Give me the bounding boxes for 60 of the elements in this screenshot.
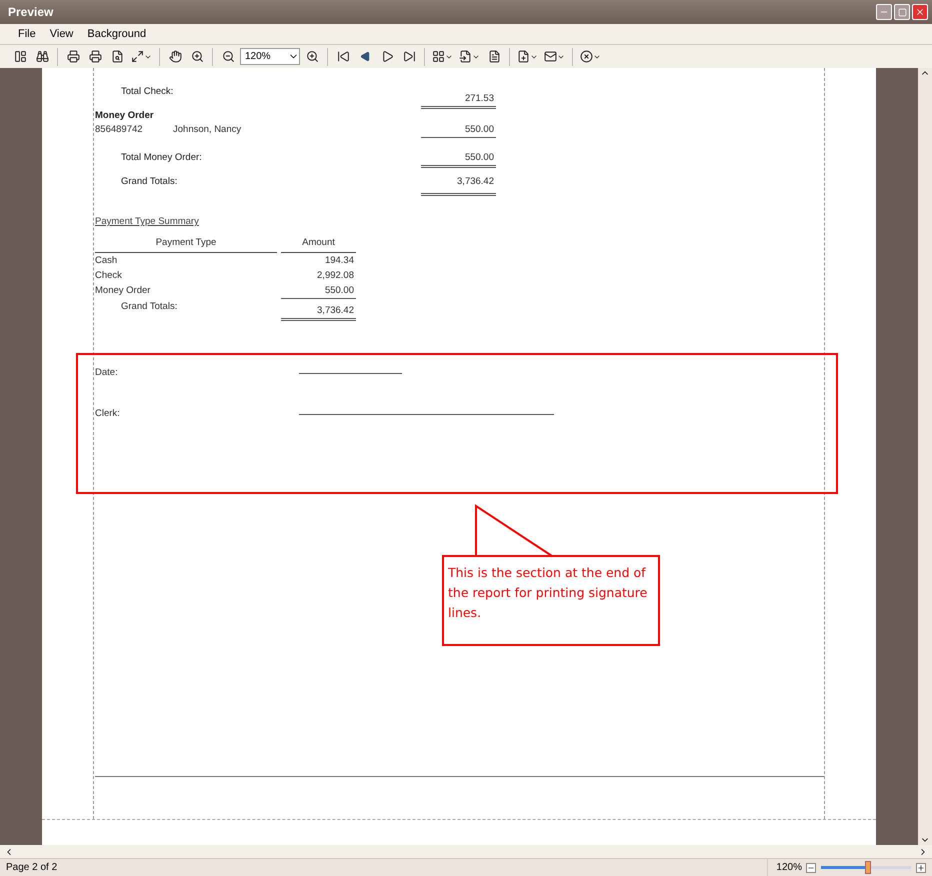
table-cell: 550.00 [281,283,356,299]
zoom-out-icon [222,50,234,63]
page-status: Page 2 of 2 [6,862,58,873]
zoom-field[interactable]: 120% [240,48,300,65]
amount-text: 271.53 [421,86,496,109]
zoom-in-icon [306,50,318,63]
close-preview-icon [580,50,593,63]
total-label: Total Money Order: [120,152,203,163]
window-title: Preview [8,5,54,19]
zoom-tool-icon [190,50,204,63]
zoom-slider[interactable] [820,861,912,874]
page-setup-icon [110,50,124,63]
export-icon [517,50,530,63]
amount-text: 550.00 [421,152,496,168]
table-cell-text: Cash [95,254,118,268]
menu-item[interactable]: Background [81,26,152,42]
table-cell-text: Money Order [95,284,152,298]
customer-name: Johnson, Nancy [173,124,242,135]
table-cell-text: Check [95,269,123,283]
table-cell-text: 194.34 [324,254,355,268]
menu-item[interactable]: File [12,26,42,42]
minimize-button[interactable] [876,4,892,20]
maximize-icon [898,8,906,16]
slider-thumb[interactable] [864,861,871,874]
vertical-scrollbar[interactable] [918,68,932,845]
left-triangle-icon [360,51,370,62]
table-cell-text: 2,992.08 [316,269,355,283]
find-icon [36,50,48,63]
open-icon [459,50,472,63]
group-heading: Money Order [95,110,155,121]
print-icon [66,50,80,63]
hand-tool-icon [168,50,182,63]
column-header: Amount [281,237,356,253]
close-icon [915,7,925,17]
amount-text: 550.00 [421,124,496,138]
column-header: Payment Type [95,237,277,253]
thumbnails-icon [14,50,26,63]
total-label: Grand Totals: [120,176,178,187]
amount-text: 3,736.42 [281,299,356,321]
menu-item[interactable]: View [44,26,80,42]
order-number: 856489742 [95,124,144,135]
email-icon [544,50,557,63]
total-label: Total Check: [120,86,174,97]
next-page-icon [380,50,394,63]
resize-icon [131,50,144,63]
signature-label: Date: [95,367,119,378]
maximize-button[interactable] [894,4,910,20]
close-button[interactable] [912,4,928,20]
section-title: Payment Type Summary [95,216,200,227]
first-page-icon [336,50,350,63]
document-icon [488,50,500,63]
horizontal-scrollbar[interactable] [0,845,932,858]
last-page-icon [402,50,416,63]
amount-text: 3,736.42 [421,176,496,196]
plus-icon [917,864,925,872]
total-label: Grand Totals: [120,300,178,314]
signature-label: Clerk: [95,408,121,419]
multi-page-icon [432,50,445,63]
zoom-percentage: 120% [776,862,802,873]
quick-print-icon [88,50,102,63]
